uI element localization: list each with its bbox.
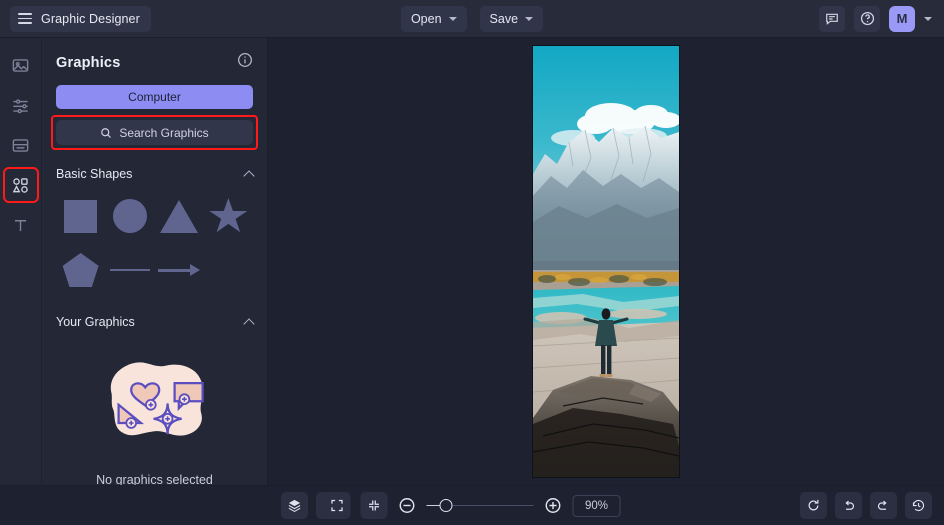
bottom-bar: 90%: [0, 485, 944, 525]
chevron-up-icon: [243, 169, 255, 182]
help-button[interactable]: [854, 5, 880, 32]
fit-to-screen-button[interactable]: [360, 492, 388, 519]
app-title: Graphic Designer: [41, 11, 140, 26]
section-header-basic-shapes[interactable]: Basic Shapes: [56, 167, 255, 182]
page-title: Graphics: [56, 54, 121, 71]
chevron-down-icon: [448, 17, 457, 21]
image-icon: [12, 58, 29, 72]
section-title-basic-shapes: Basic Shapes: [56, 167, 133, 181]
canvas-area[interactable]: [268, 38, 944, 485]
zoom-level-value[interactable]: 90%: [572, 494, 621, 517]
info-circle-icon: [238, 53, 252, 67]
zoom-controls: 90%: [323, 492, 621, 519]
top-bar: Graphic Designer Open Save M: [0, 0, 944, 38]
star-shape[interactable]: [205, 193, 251, 239]
account-chevron-down-icon[interactable]: [924, 16, 932, 21]
app-menu-button[interactable]: Graphic Designer: [10, 5, 151, 32]
tool-rail: [0, 38, 42, 485]
info-button[interactable]: [237, 52, 253, 73]
layers-icon: [288, 499, 301, 513]
comment-button[interactable]: [819, 5, 845, 32]
body: Graphics Computer Search Graphics Basic …: [0, 38, 944, 485]
undo-icon: [845, 500, 855, 510]
chevron-down-icon: [525, 17, 534, 21]
save-menu-label: Save: [489, 11, 519, 26]
shape-cell-empty: [205, 247, 251, 293]
fullscreen-icon: [331, 499, 343, 512]
zoom-out-icon[interactable]: [398, 496, 417, 515]
graphics-panel: Graphics Computer Search Graphics Basic …: [42, 38, 268, 485]
avatar[interactable]: M: [889, 5, 915, 32]
reset-button[interactable]: [800, 492, 827, 519]
sidebar-item-adjustments[interactable]: [6, 90, 36, 120]
triangle-shape[interactable]: [156, 193, 202, 239]
artboard[interactable]: [533, 46, 679, 477]
sidebar-item-text[interactable]: [6, 210, 36, 240]
search-graphics-button[interactable]: Search Graphics: [56, 120, 253, 145]
circle-shape[interactable]: [107, 193, 153, 239]
section-header-your-graphics[interactable]: Your Graphics: [56, 315, 255, 330]
section-title-your-graphics: Your Graphics: [56, 315, 135, 329]
zoom-slider-thumb[interactable]: [439, 498, 453, 512]
open-menu-button[interactable]: Open: [400, 5, 467, 32]
basic-shapes-grid: [56, 193, 253, 293]
history-button[interactable]: [905, 492, 932, 519]
redo-button[interactable]: [870, 492, 897, 519]
square-shape[interactable]: [58, 193, 104, 239]
undo-button[interactable]: [835, 492, 862, 519]
fullscreen-button[interactable]: [323, 492, 351, 519]
search-graphics-wrap: Search Graphics: [51, 115, 258, 150]
fit-to-screen-icon: [369, 500, 379, 511]
pentagon-shape[interactable]: [58, 247, 104, 293]
shapes-icon: [12, 177, 28, 193]
hamburger-icon: [18, 13, 32, 24]
comment-icon: [826, 13, 838, 25]
chevron-up-icon: [243, 317, 255, 330]
sliders-icon: [13, 98, 28, 113]
text-icon: [14, 219, 27, 231]
redo-icon: [877, 500, 887, 510]
sidebar-item-pages[interactable]: [6, 130, 36, 160]
empty-state-illustration-wrap: [56, 343, 253, 461]
empty-state-label: No graphics selected: [96, 473, 213, 485]
artboard-image: [533, 46, 679, 477]
computer-source-button[interactable]: Computer: [56, 85, 253, 109]
sidebar-item-images[interactable]: [6, 50, 36, 80]
top-right-actions: M: [819, 5, 932, 32]
sidebar-item-graphics[interactable]: [2, 167, 39, 203]
line-shape[interactable]: [107, 247, 153, 293]
layers-button[interactable]: [281, 492, 308, 519]
panel-header: Graphics: [56, 38, 253, 85]
help-circle-icon: [860, 11, 874, 26]
zoom-slider[interactable]: [426, 498, 534, 513]
graphics-blob-illustration: [110, 362, 204, 436]
bottom-right-tools: [800, 492, 932, 519]
history-clock-icon: [912, 499, 925, 512]
search-graphics-label: Search Graphics: [119, 125, 209, 140]
app-root: Graphic Designer Open Save M Graphics Co…: [0, 0, 944, 525]
search-icon: [101, 127, 112, 138]
top-center-menus: Open Save: [400, 5, 544, 32]
save-menu-button[interactable]: Save: [479, 5, 544, 32]
open-menu-label: Open: [410, 11, 442, 26]
zoom-in-icon[interactable]: [544, 496, 563, 515]
arrow-shape[interactable]: [156, 247, 202, 293]
layout-icon: [12, 138, 29, 152]
reset-rotate-icon: [808, 499, 819, 511]
